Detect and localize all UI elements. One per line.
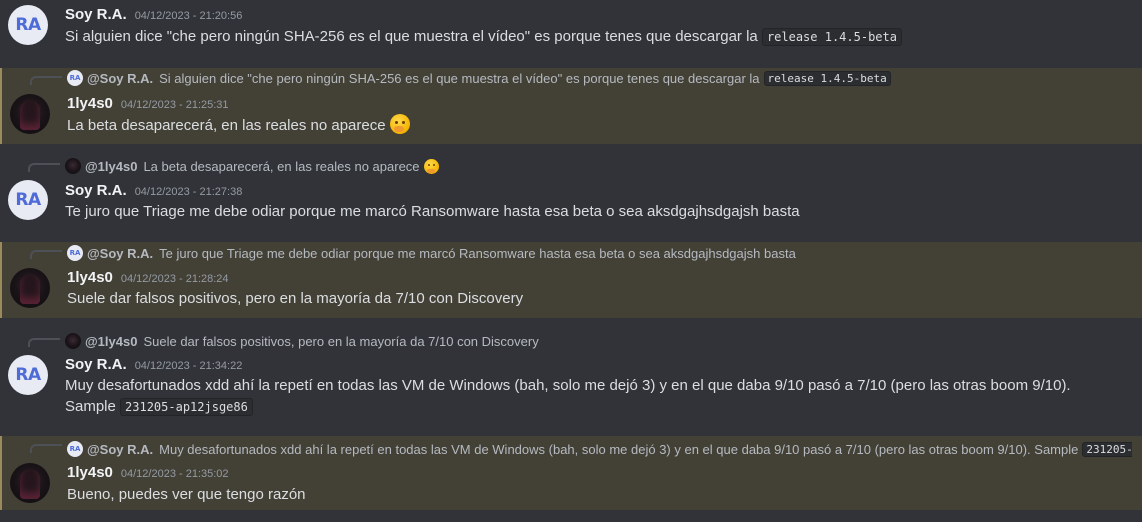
avatar[interactable] [10, 268, 50, 308]
reply-connector [28, 163, 60, 172]
reply-connector [30, 250, 62, 259]
avatar[interactable]: RA [8, 5, 48, 45]
reply-avatar: RA [67, 245, 83, 261]
reply-preview[interactable]: RA @Soy R.A. Si alguien dice "che pero n… [67, 69, 1132, 87]
message-content: Te juro que Triage me debe odiar porque … [65, 201, 1132, 222]
avatar[interactable] [10, 94, 50, 134]
reply-text: La beta desaparecerá, en las reales no a… [143, 158, 420, 174]
message-text: Suele dar falsos positivos, pero en la m… [67, 290, 524, 307]
reply-connector [30, 76, 62, 85]
avatar-initials: RA [15, 365, 41, 385]
username[interactable]: 1ly4s0 [67, 464, 113, 481]
reply-preview[interactable]: RA @Soy R.A. Te juro que Triage me debe … [67, 244, 1132, 262]
timestamp: 04/12/2023 - 21:35:02 [120, 468, 229, 480]
username[interactable]: Soy R.A. [65, 6, 127, 23]
reply-username[interactable]: @Soy R.A. [87, 442, 153, 457]
username[interactable]: Soy R.A. [65, 182, 127, 199]
timestamp: 04/12/2023 - 21:34:22 [134, 360, 243, 372]
reply-inline-code: release 1.4.5-beta [763, 70, 891, 86]
message-content: Bueno, puedes ver que tengo razón [67, 484, 1132, 505]
reply-username[interactable]: @Soy R.A. [87, 71, 153, 86]
reply-connector [30, 444, 62, 453]
face-with-hand-over-mouth-emoji-icon [389, 114, 410, 134]
message-item: RA Soy R.A. 04/12/2023 - 21:20:56 Si alg… [0, 0, 1142, 60]
reply-inline-code: 231205-ap12jsge86 [1082, 441, 1132, 457]
message-item: @1ly4s0 Suele dar falsos positivos, pero… [0, 326, 1142, 430]
inline-code: release 1.4.5-beta [761, 28, 902, 46]
message-item-mention: RA @Soy R.A. Si alguien dice "che pero n… [0, 68, 1142, 144]
timestamp: 04/12/2023 - 21:27:38 [134, 186, 243, 198]
message-item-mention: RA @Soy R.A. Muy desafortunados xdd ahí … [0, 436, 1142, 510]
reply-preview[interactable]: RA @Soy R.A. Muy desafortunados xdd ahí … [67, 440, 1132, 458]
reply-username[interactable]: @1ly4s0 [85, 334, 137, 349]
avatar[interactable] [10, 463, 50, 503]
avatar[interactable]: RA [8, 180, 48, 220]
message-item-mention: RA @Soy R.A. Te juro que Triage me debe … [0, 242, 1142, 318]
hooded-figure-icon [20, 469, 40, 499]
avatar-initials: RA [15, 15, 41, 35]
username[interactable]: 1ly4s0 [67, 95, 113, 112]
timestamp: 04/12/2023 - 21:28:24 [120, 273, 229, 285]
reply-avatar: RA [67, 70, 83, 86]
reply-text: Muy desafortunados xdd ahí la repetí en … [159, 441, 1079, 457]
message-content: Suele dar falsos positivos, pero en la m… [67, 288, 1132, 309]
message-text-line-2: Sample 231205-ap12jsge86 [65, 396, 1132, 418]
username[interactable]: 1ly4s0 [67, 269, 113, 286]
timestamp: 04/12/2023 - 21:25:31 [120, 99, 229, 111]
reply-text: Suele dar falsos positivos, pero en la m… [143, 333, 539, 349]
message-item: @1ly4s0 La beta desaparecerá, en las rea… [0, 152, 1142, 232]
reply-username[interactable]: @Soy R.A. [87, 246, 153, 261]
message-content: Si alguien dice "che pero ningún SHA-256… [65, 26, 1132, 48]
message-text: Si alguien dice "che pero ningún SHA-256… [65, 28, 758, 45]
reply-avatar [65, 158, 81, 174]
reply-connector [28, 338, 60, 347]
message-text: Te juro que Triage me debe odiar porque … [65, 203, 800, 220]
face-with-hand-over-mouth-emoji-icon [423, 158, 439, 174]
hooded-figure-icon [20, 100, 40, 130]
chat-message-list: RA Soy R.A. 04/12/2023 - 21:20:56 Si alg… [0, 0, 1142, 522]
avatar-initials: RA [15, 190, 41, 210]
inline-code: 231205-ap12jsge86 [120, 398, 253, 416]
message-text-sample: Sample [65, 398, 116, 415]
reply-text: Te juro que Triage me debe odiar porque … [159, 245, 796, 261]
reply-preview[interactable]: @1ly4s0 Suele dar falsos positivos, pero… [65, 332, 1132, 350]
reply-username[interactable]: @1ly4s0 [85, 159, 137, 174]
message-text: Muy desafortunados xdd ahí la repetí en … [65, 377, 1071, 394]
reply-avatar [65, 333, 81, 349]
message-text: La beta desaparecerá, en las reales no a… [67, 117, 386, 134]
timestamp: 04/12/2023 - 21:20:56 [134, 10, 243, 22]
username[interactable]: Soy R.A. [65, 356, 127, 373]
message-content: Muy desafortunados xdd ahí la repetí en … [65, 375, 1132, 418]
avatar[interactable]: RA [8, 355, 48, 395]
reply-text: Si alguien dice "che pero ningún SHA-256… [159, 70, 760, 86]
reply-preview[interactable]: @1ly4s0 La beta desaparecerá, en las rea… [65, 157, 1132, 175]
reply-avatar: RA [67, 441, 83, 457]
message-text: Bueno, puedes ver que tengo razón [67, 486, 306, 503]
message-content: La beta desaparecerá, en las reales no a… [67, 114, 1132, 136]
hooded-figure-icon [20, 274, 40, 304]
